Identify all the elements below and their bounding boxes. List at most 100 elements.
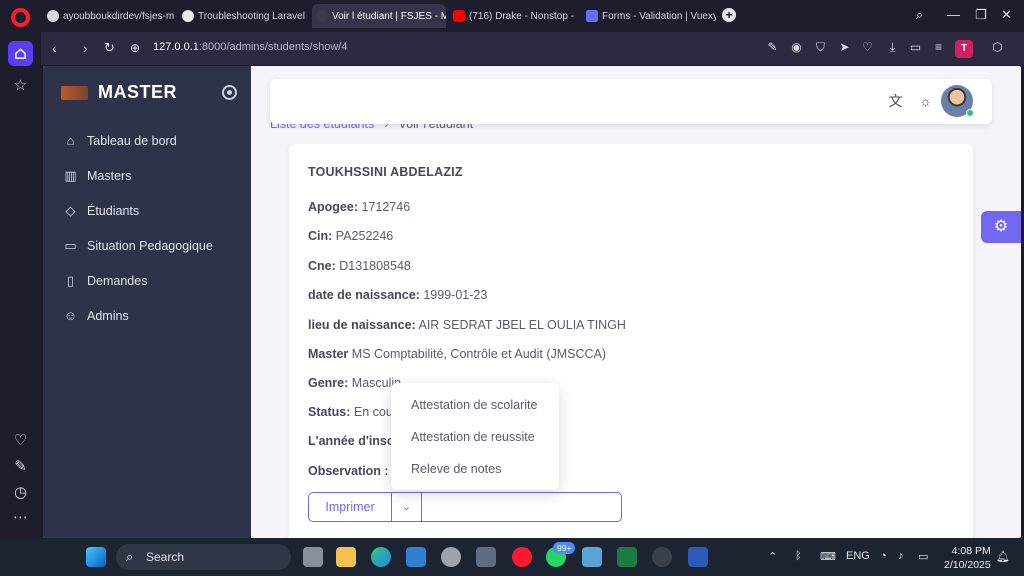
more-icon[interactable]: ⋯ <box>12 509 29 526</box>
back-icon[interactable]: ‹ <box>52 40 57 56</box>
field-cin: Cin: PA252246 <box>308 229 394 243</box>
battery-saver-icon[interactable]: ▭ <box>909 41 922 54</box>
opera-logo-icon[interactable] <box>11 8 30 27</box>
field-lieu-naissance: lieu de naissance: AIR SEDRAT JBEL EL OU… <box>308 318 626 332</box>
excel-icon[interactable] <box>617 547 637 567</box>
menu-item-releve-notes[interactable]: Releve de notes <box>411 462 501 476</box>
file-explorer-icon[interactable] <box>336 547 356 567</box>
battery-icon[interactable]: ▭ <box>918 550 928 563</box>
tab-vuexy[interactable]: Forms - Validation | Vuexy <box>582 4 716 28</box>
sidebar-item-masters[interactable]: ▥ Masters <box>63 168 131 183</box>
app-sidebar: MASTER ⌂ Tableau de bord ▥ Masters ◇ Étu… <box>43 66 251 538</box>
profile-avatar[interactable]: T <box>955 40 973 58</box>
task-view-icon[interactable] <box>303 547 323 567</box>
menu-item-attestation-reussite[interactable]: Attestation de reussite <box>411 430 535 444</box>
star-icon[interactable]: ☆ <box>12 77 29 94</box>
translate-icon[interactable]: 文 <box>887 93 904 110</box>
page-icon <box>182 10 194 22</box>
search-tabs-icon[interactable]: ⌕ <box>916 7 923 23</box>
sidebar-item-label: Demandes <box>87 273 148 288</box>
tab-youtube[interactable]: (716) Drake - Nonstop - Y <box>449 4 577 28</box>
field-master: Master MS Comptabilité, Contrôle et Audi… <box>308 347 607 361</box>
clock[interactable]: 4:08 PM 2/10/2025 <box>944 544 991 572</box>
tab-troubleshooting[interactable]: Troubleshooting Laravel S <box>178 4 308 28</box>
top-navbar: 文 ☼ <box>270 79 992 124</box>
browser-sidebar: ☆ ♡ ✎ ◷ ⋯ <box>0 0 41 538</box>
tab-voir-etudiant[interactable]: Voir l étudiant | FSJES - M <box>312 4 446 28</box>
print-split-button: Imprimer ⌄ <box>308 492 622 522</box>
notepad-icon[interactable] <box>582 547 602 567</box>
settings-app-icon[interactable] <box>441 547 461 567</box>
users-icon: ☺ <box>63 308 78 323</box>
restore-icon[interactable]: ❐ <box>975 7 987 23</box>
notifications-bell-icon[interactable]: 🔔︎ <box>996 550 1010 563</box>
sidebar-item-etudiants[interactable]: ◇ Étudiants <box>63 203 140 218</box>
sidebar-item-admins[interactable]: ☺ Admins <box>63 308 129 323</box>
vscode-icon[interactable] <box>406 547 426 567</box>
tab-label: ayoubboukdirdev/fsjes-m <box>63 10 175 22</box>
brand[interactable]: MASTER <box>61 82 177 103</box>
sidebar-item-situation-pedagogique[interactable]: ▭ Situation Pedagogique <box>63 238 212 253</box>
chevron-down-icon[interactable]: ⌄ <box>392 493 422 521</box>
download-icon[interactable]: ⤓ <box>886 41 899 54</box>
field-genre: Genre: Masculin <box>308 376 402 390</box>
field-observation: Observation : <box>308 464 389 478</box>
home-icon[interactable] <box>8 41 33 66</box>
tab-label: Forms - Validation | Vuexy <box>602 10 716 22</box>
tab-label: (716) Drake - Nonstop - Y <box>469 10 577 22</box>
shield-icon[interactable]: ⛉ <box>814 41 827 54</box>
tray-chevron-icon[interactable]: ⌃ <box>768 550 777 563</box>
sidebar-item-label: Étudiants <box>87 203 140 218</box>
reload-icon[interactable]: ↻ <box>104 40 115 56</box>
edit-icon[interactable]: ✎ <box>12 458 29 475</box>
tab-github[interactable]: ayoubboukdirdev/fsjes-m <box>43 4 177 28</box>
clock-date: 2/10/2025 <box>944 559 991 571</box>
url-field[interactable]: 127.0.0.1:8000/admins/students/show/4 <box>153 41 347 53</box>
easy-setup-icon[interactable]: ≡ <box>932 41 945 54</box>
screen-icon: ▭ <box>64 238 77 253</box>
media-player-icon[interactable] <box>652 547 672 567</box>
tab-label: Troubleshooting Laravel S <box>198 10 308 22</box>
windows-start-icon[interactable] <box>86 547 106 567</box>
extensions-icon[interactable]: ⬡ <box>991 41 1004 54</box>
sidebar-item-tableau-de-bord[interactable]: ⌂ Tableau de bord <box>63 133 177 148</box>
camera-icon[interactable]: ◉ <box>790 41 803 54</box>
search-label: Search <box>146 550 185 564</box>
opera-taskbar-icon[interactable] <box>512 547 532 567</box>
settings-gear-icon[interactable]: ⚙ <box>981 211 1021 243</box>
heart-icon[interactable]: ♡ <box>861 41 874 54</box>
word-icon[interactable] <box>688 547 708 567</box>
tab-label: Voir l étudiant | FSJES - M <box>332 10 446 22</box>
theme-toggle-icon[interactable]: ☼ <box>917 93 934 110</box>
minimize-icon[interactable]: — <box>947 7 960 22</box>
print-button[interactable]: Imprimer <box>309 493 392 521</box>
collapse-menu-icon[interactable] <box>222 85 237 100</box>
history-icon[interactable]: ◷ <box>12 484 29 501</box>
snapshot-edit-icon[interactable]: ✎ <box>766 41 779 54</box>
forward-icon[interactable]: › <box>83 40 88 56</box>
language-indicator[interactable]: ENG <box>846 550 870 562</box>
close-icon[interactable]: ✕ <box>1001 7 1012 23</box>
volume-icon[interactable]: ♪ <box>898 550 904 562</box>
keyboard-icon[interactable]: ⌨ <box>820 550 836 563</box>
bluetooth-icon[interactable]: ᛒ <box>795 550 802 562</box>
heart-icon[interactable]: ♡ <box>12 432 29 449</box>
sidebar-item-label: Tableau de bord <box>87 133 177 148</box>
taskbar-search[interactable]: ⌕ Search <box>116 544 291 570</box>
brand-name: MASTER <box>98 82 177 102</box>
school-icon: ◇ <box>65 203 76 218</box>
menu-item-attestation-scolarite[interactable]: Attestation de scolarite <box>411 398 537 412</box>
send-icon[interactable]: ➤ <box>838 41 851 54</box>
sidebar-item-demandes[interactable]: ▯ Demandes <box>63 273 148 288</box>
file-icon: ▯ <box>66 273 75 288</box>
wifi-icon[interactable]: ◔ <box>880 550 887 562</box>
edge-icon[interactable] <box>371 547 391 567</box>
app-icon[interactable] <box>476 547 496 567</box>
field-date-naissance: date de naissance: 1999-01-23 <box>308 288 488 302</box>
site-info-icon[interactable]: ⊕ <box>130 41 140 55</box>
new-tab-button[interactable]: + <box>722 8 736 22</box>
page-icon <box>316 10 328 22</box>
web-page: MASTER ⌂ Tableau de bord ▥ Masters ◇ Étu… <box>43 66 1021 538</box>
avatar[interactable] <box>941 85 974 117</box>
print-options-menu: Attestation de scolarite Attestation de … <box>391 383 559 490</box>
